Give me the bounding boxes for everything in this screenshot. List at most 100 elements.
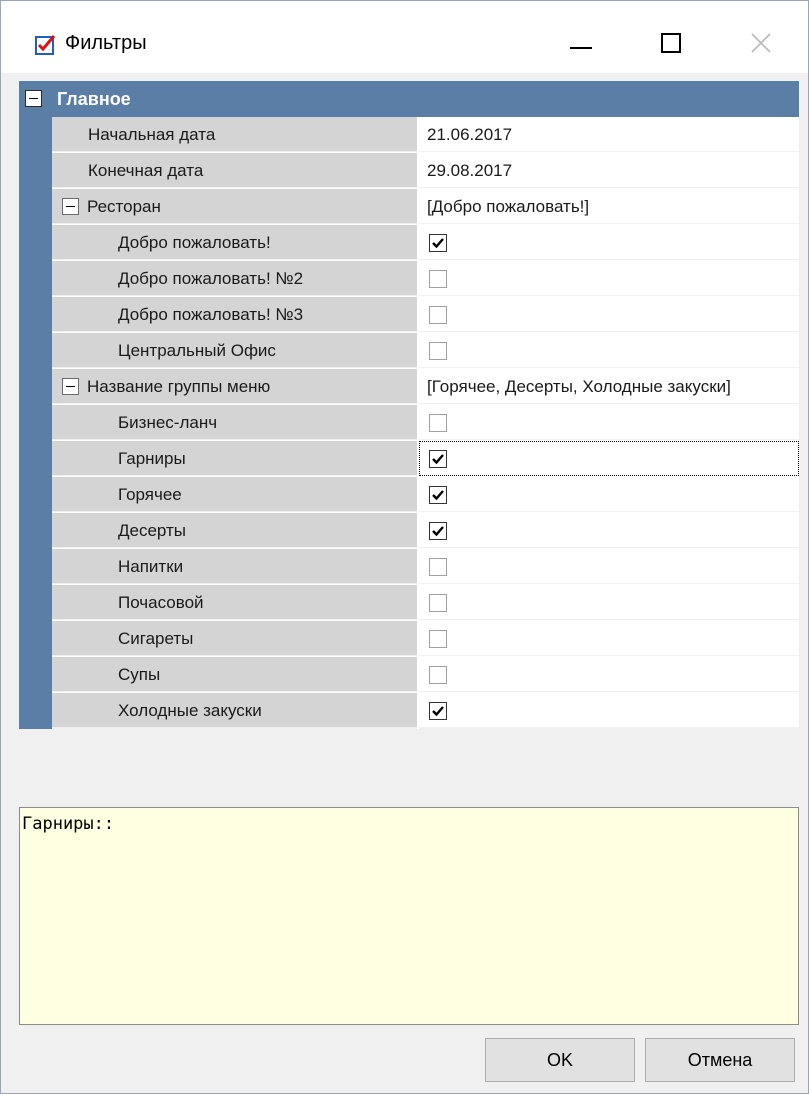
minimize-button[interactable] xyxy=(536,17,626,73)
property-name-cell[interactable]: Горячее xyxy=(52,477,417,512)
property-name: Десерты xyxy=(118,521,187,540)
property-value: 29.08.2017 xyxy=(427,161,513,180)
property-name: Горячее xyxy=(118,485,182,504)
property-row[interactable]: Добро пожаловать! №2 xyxy=(19,261,799,297)
checkbox-window-icon xyxy=(35,34,57,56)
property-row[interactable]: Название группы меню [Горячее, Десерты, Х… xyxy=(19,369,799,405)
close-icon xyxy=(751,32,771,58)
checkbox-unchecked[interactable] xyxy=(429,342,447,360)
checkbox-checked[interactable] xyxy=(429,450,447,468)
property-name: Добро пожаловать! №2 xyxy=(118,269,304,288)
property-value-cell[interactable] xyxy=(419,225,799,260)
checkbox-checked[interactable] xyxy=(429,702,447,720)
property-value: [Добро пожаловать!] xyxy=(427,197,590,216)
property-value-cell[interactable] xyxy=(419,585,799,620)
window-title: Фильтры xyxy=(65,32,147,54)
close-button[interactable] xyxy=(716,17,806,73)
checkbox-unchecked[interactable] xyxy=(429,414,447,432)
property-value-cell[interactable] xyxy=(419,405,799,440)
property-name-cell[interactable]: Холодные закуски xyxy=(52,693,417,728)
property-name-cell[interactable]: Конечная дата xyxy=(52,153,417,188)
collapse-icon[interactable] xyxy=(62,198,79,215)
checkbox-checked[interactable] xyxy=(429,522,447,540)
property-value: [Горячее, Десерты, Холодные закуски] xyxy=(427,377,731,396)
property-value-cell[interactable] xyxy=(419,441,799,476)
property-value-cell[interactable] xyxy=(419,297,799,332)
property-name-cell[interactable]: Добро пожаловать! xyxy=(52,225,417,260)
property-row[interactable]: Бизнес-ланч xyxy=(19,405,799,441)
property-row[interactable]: Ресторан [Добро пожаловать!] xyxy=(19,189,799,225)
property-value-cell[interactable] xyxy=(419,261,799,296)
grid-margin xyxy=(19,585,52,621)
grid-margin xyxy=(19,261,52,297)
property-value-cell[interactable]: [Добро пожаловать!] xyxy=(419,189,799,224)
property-value-cell[interactable]: [Горячее, Десерты, Холодные закуски] xyxy=(419,369,799,404)
property-name-cell[interactable]: Десерты xyxy=(52,513,417,548)
property-name-cell[interactable]: Ресторан xyxy=(52,189,417,224)
checkmark-icon xyxy=(432,454,444,465)
property-value-cell[interactable] xyxy=(419,477,799,512)
collapse-icon[interactable] xyxy=(25,90,42,107)
property-row[interactable]: Почасовой xyxy=(19,585,799,621)
checkbox-checked[interactable] xyxy=(429,234,447,252)
property-name-cell[interactable]: Название группы меню xyxy=(52,369,417,404)
property-value: 21.06.2017 xyxy=(427,125,513,144)
grid-margin xyxy=(19,225,52,261)
property-name-cell[interactable]: Почасовой xyxy=(52,585,417,620)
property-value-cell[interactable]: 29.08.2017 xyxy=(419,153,799,188)
checkbox-checked[interactable] xyxy=(429,486,447,504)
checkbox-unchecked[interactable] xyxy=(429,666,447,684)
property-value-cell[interactable] xyxy=(419,693,799,728)
property-row[interactable]: Сигареты xyxy=(19,621,799,657)
property-value-cell[interactable] xyxy=(419,621,799,656)
property-row[interactable]: Конечная дата 29.08.2017 xyxy=(19,153,799,189)
property-value-cell[interactable] xyxy=(419,657,799,692)
property-row[interactable]: Добро пожаловать! xyxy=(19,225,799,261)
grid-margin xyxy=(19,189,52,225)
property-name-cell[interactable]: Начальная дата xyxy=(52,117,417,152)
property-name-cell[interactable]: Центральный Офис xyxy=(52,333,417,368)
property-row[interactable]: Супы xyxy=(19,657,799,693)
property-row[interactable]: Горячее xyxy=(19,477,799,513)
filters-dialog: Фильтры Главное Начальная дата 21.06.201… xyxy=(0,0,809,1094)
property-value-cell[interactable] xyxy=(419,549,799,584)
grid-margin xyxy=(19,693,52,729)
property-name: Начальная дата xyxy=(88,125,216,144)
property-name-cell[interactable]: Бизнес-ланч xyxy=(52,405,417,440)
property-row[interactable]: Центральный Офис xyxy=(19,333,799,369)
property-name-cell[interactable]: Добро пожаловать! №3 xyxy=(52,297,417,332)
ok-button[interactable]: OK xyxy=(485,1038,635,1082)
property-row[interactable]: Гарниры xyxy=(19,441,799,477)
property-value-cell[interactable] xyxy=(419,333,799,368)
description-panel: Гарниры:: xyxy=(19,807,799,1025)
property-row[interactable]: Холодные закуски xyxy=(19,693,799,729)
grid-margin xyxy=(19,297,52,333)
property-name-cell[interactable]: Супы xyxy=(52,657,417,692)
grid-margin xyxy=(19,513,52,549)
property-name-cell[interactable]: Сигареты xyxy=(52,621,417,656)
checkbox-unchecked[interactable] xyxy=(429,630,447,648)
property-name-cell[interactable]: Напитки xyxy=(52,549,417,584)
maximize-button[interactable] xyxy=(626,17,716,73)
property-row[interactable]: Напитки xyxy=(19,549,799,585)
property-name: Напитки xyxy=(118,557,184,576)
property-row[interactable]: Добро пожаловать! №3 xyxy=(19,297,799,333)
collapse-icon[interactable] xyxy=(62,378,79,395)
property-name: Сигареты xyxy=(118,629,194,648)
checkbox-unchecked[interactable] xyxy=(429,270,447,288)
property-name-cell[interactable]: Гарниры xyxy=(52,441,417,476)
property-name: Супы xyxy=(118,665,161,684)
checkbox-unchecked[interactable] xyxy=(429,558,447,576)
cancel-button[interactable]: Отмена xyxy=(645,1038,795,1082)
category-row-main[interactable]: Главное xyxy=(19,81,799,117)
property-row[interactable]: Десерты xyxy=(19,513,799,549)
maximize-icon xyxy=(661,32,681,58)
grid-margin xyxy=(19,477,52,513)
property-row[interactable]: Начальная дата 21.06.2017 xyxy=(19,117,799,153)
description-text: Гарниры:: xyxy=(22,814,115,834)
property-name-cell[interactable]: Добро пожаловать! №2 xyxy=(52,261,417,296)
property-value-cell[interactable]: 21.06.2017 xyxy=(419,117,799,152)
checkbox-unchecked[interactable] xyxy=(429,594,447,612)
checkbox-unchecked[interactable] xyxy=(429,306,447,324)
property-value-cell[interactable] xyxy=(419,513,799,548)
